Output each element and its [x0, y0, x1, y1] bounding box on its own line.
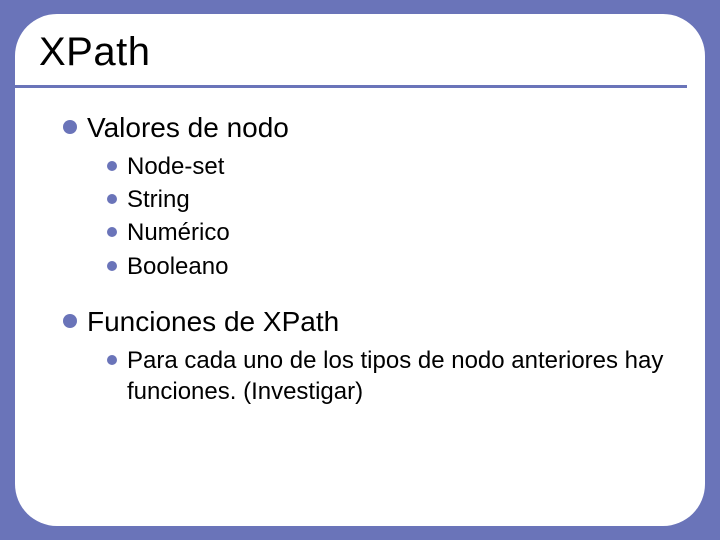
list-item-text: Numérico [127, 217, 230, 248]
bullet-icon [107, 161, 117, 171]
title-area: XPath [15, 14, 687, 88]
section-items: Node-set String Numérico Booleano [63, 151, 671, 282]
list-item: Booleano [107, 251, 671, 282]
list-item: String [107, 184, 671, 215]
section-heading: Funciones de XPath [63, 304, 671, 339]
section-heading-text: Valores de nodo [87, 110, 289, 145]
list-item: Node-set [107, 151, 671, 182]
slide-card: XPath Valores de nodo Node-set String Nu… [15, 14, 705, 526]
bullet-icon [107, 261, 117, 271]
bullet-icon [107, 194, 117, 204]
section-heading-text: Funciones de XPath [87, 304, 339, 339]
bullet-icon [107, 355, 117, 365]
section-heading: Valores de nodo [63, 110, 671, 145]
list-item-text: Booleano [127, 251, 228, 282]
list-item-text: String [127, 184, 190, 215]
section-items: Para cada uno de los tipos de nodo anter… [63, 345, 671, 407]
list-item: Numérico [107, 217, 671, 248]
bullet-icon [107, 227, 117, 237]
slide-background: XPath Valores de nodo Node-set String Nu… [0, 0, 720, 540]
slide-content: Valores de nodo Node-set String Numérico [15, 88, 705, 407]
bullet-icon [63, 120, 77, 134]
list-item-text: Node-set [127, 151, 224, 182]
list-item-text: Para cada uno de los tipos de nodo anter… [127, 345, 671, 407]
bullet-icon [63, 314, 77, 328]
slide-title: XPath [39, 30, 687, 75]
list-item: Para cada uno de los tipos de nodo anter… [107, 345, 671, 407]
